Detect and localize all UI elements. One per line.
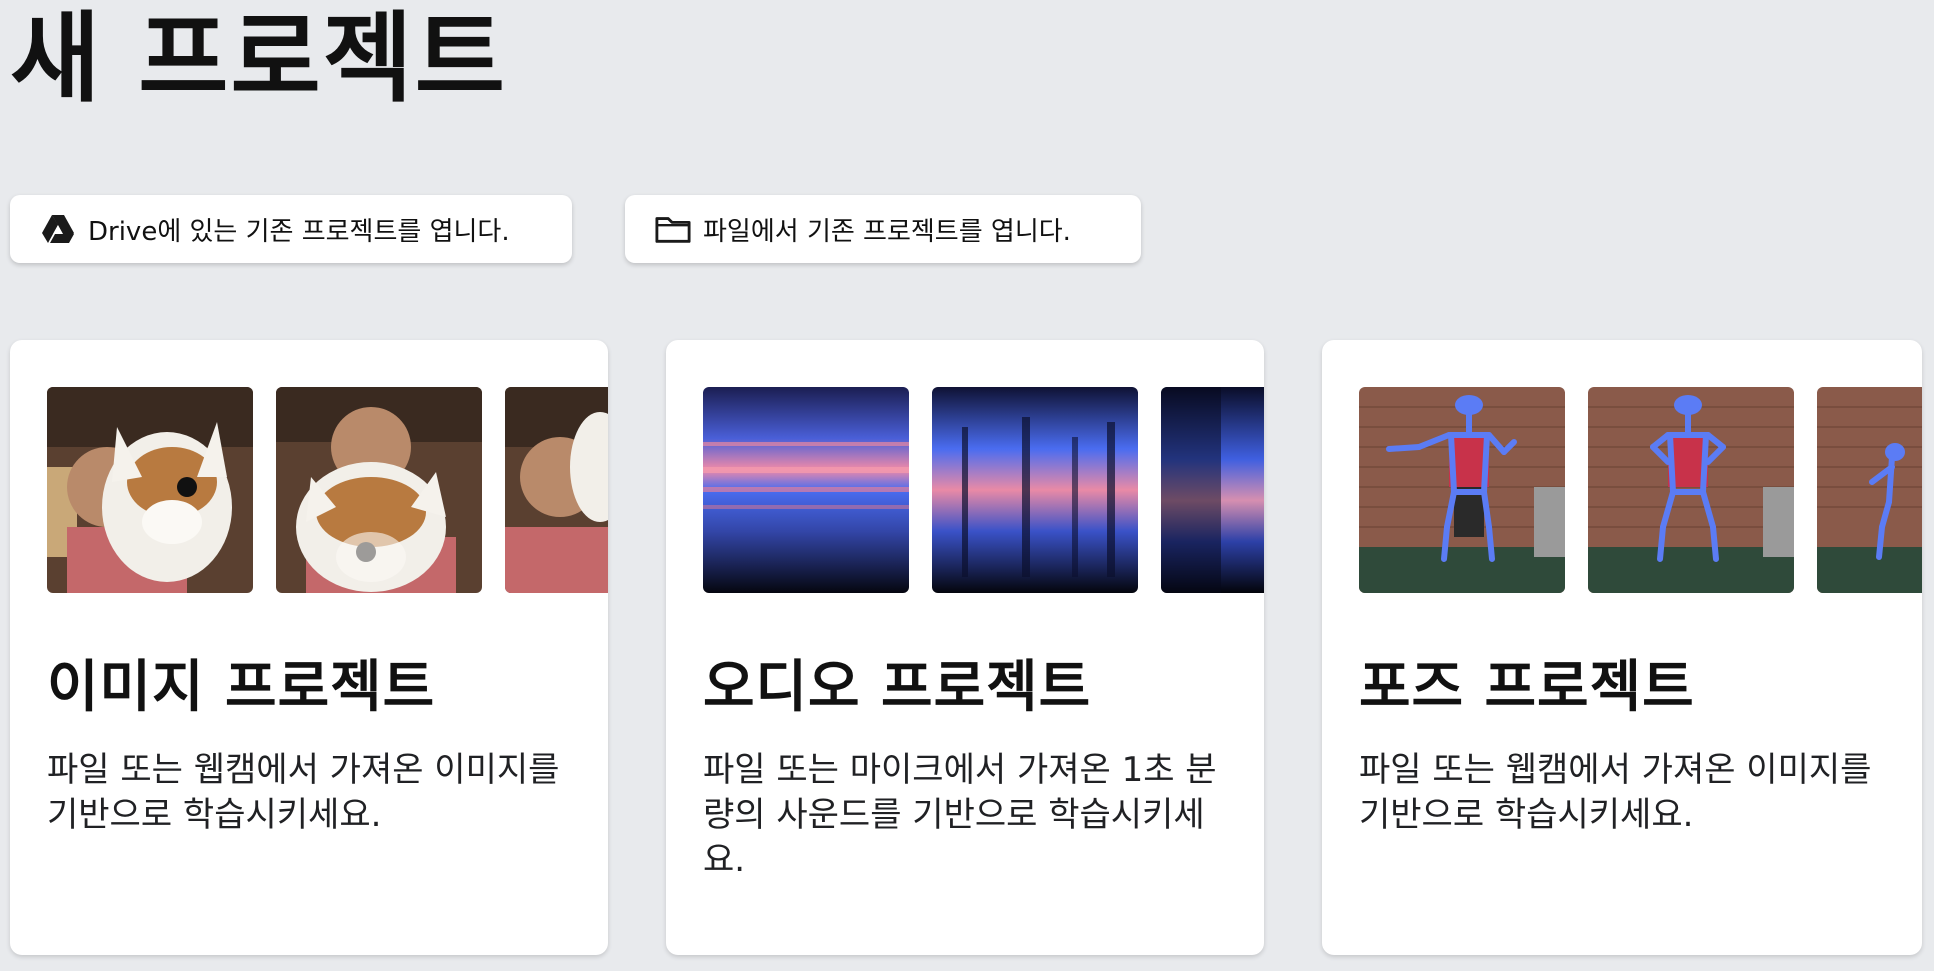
audio-project-card[interactable]: 오디오 프로젝트 파일 또는 마이크에서 가져온 1초 분량의 사운드를 기반으… — [666, 340, 1264, 955]
spectrogram-image — [1161, 387, 1264, 593]
pose-project-card[interactable]: 포즈 프로젝트 파일 또는 웹캠에서 가져온 이미지를 기반으로 학습시키세요. — [1322, 340, 1922, 955]
open-from-file-button[interactable]: 파일에서 기존 프로젝트를 엽니다. — [625, 195, 1141, 263]
open-from-file-label: 파일에서 기존 프로젝트를 엽니다. — [703, 216, 1071, 247]
webcam-sample-image — [505, 387, 608, 593]
spectrogram-image — [703, 387, 909, 593]
card-description: 파일 또는 마이크에서 가져온 1초 분량의 사운드를 기반으로 학습시키세요. — [703, 750, 1217, 880]
pose-sample-image — [1359, 387, 1565, 593]
page-title: 새 프로젝트 — [10, 2, 507, 116]
new-project-page: 새 프로젝트 Drive에 있는 기존 프로젝트를 엽니다. 파일에서 기존 프… — [0, 0, 1934, 971]
image-project-card[interactable]: 이미지 프로젝트 파일 또는 웹캠에서 가져온 이미지를 기반으로 학습시키세요… — [10, 340, 608, 955]
image-project-thumbnails — [47, 387, 608, 593]
card-description: 파일 또는 웹캠에서 가져온 이미지를 기반으로 학습시키세요. — [47, 750, 560, 835]
audio-project-thumbnails — [703, 387, 1264, 593]
card-title: 포즈 프로젝트 — [1359, 655, 1695, 720]
spectrogram-image — [932, 387, 1138, 593]
google-drive-icon — [40, 212, 76, 246]
pose-project-thumbnails — [1359, 387, 1922, 593]
webcam-sample-image — [276, 387, 482, 593]
card-description: 파일 또는 웹캠에서 가져온 이미지를 기반으로 학습시키세요. — [1359, 750, 1872, 835]
folder-icon — [655, 212, 691, 246]
open-from-drive-button[interactable]: Drive에 있는 기존 프로젝트를 엽니다. — [10, 195, 572, 263]
webcam-sample-image — [47, 387, 253, 593]
open-from-drive-label: Drive에 있는 기존 프로젝트를 엽니다. — [88, 216, 510, 247]
pose-sample-image — [1817, 387, 1922, 593]
card-title: 이미지 프로젝트 — [47, 655, 436, 720]
card-title: 오디오 프로젝트 — [703, 655, 1092, 720]
pose-sample-image — [1588, 387, 1794, 593]
